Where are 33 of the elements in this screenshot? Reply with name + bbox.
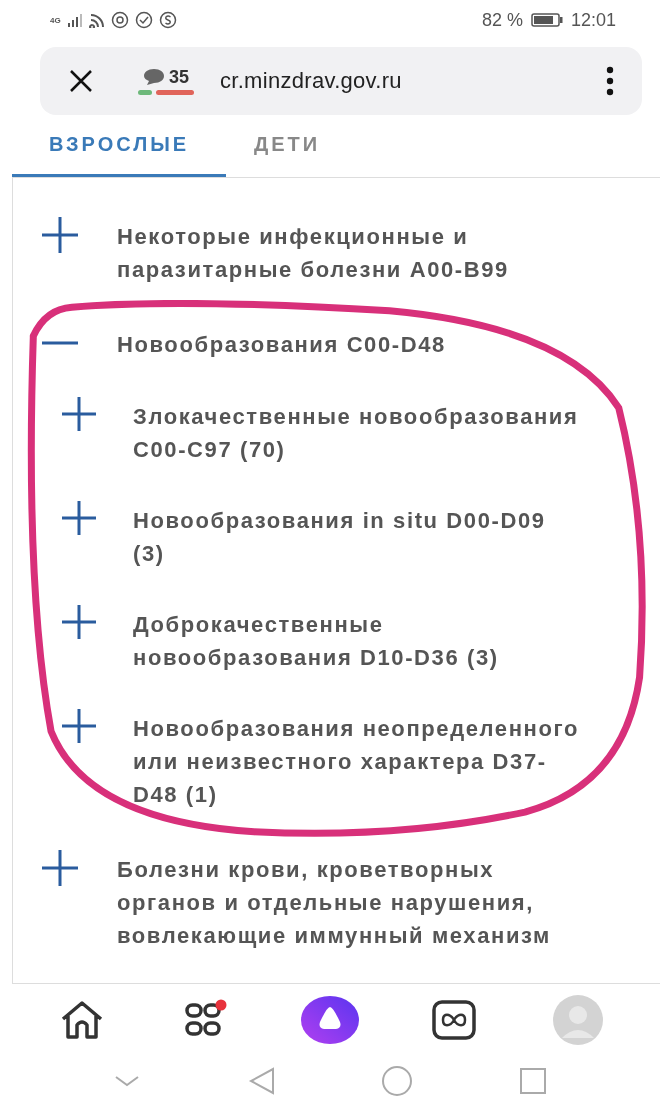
- expand-icon[interactable]: [61, 708, 97, 744]
- category-label[interactable]: Доброкачественные новообразования D10-D36 (3): [133, 608, 583, 674]
- rating-bar-drawing: [138, 89, 194, 96]
- battery-percent: 82 %: [481, 9, 523, 31]
- network-label: 4G: [50, 15, 61, 25]
- tab[interactable]: ВЗРОСЛЫЕ: [12, 127, 226, 177]
- battery-icon: [530, 13, 563, 27]
- avatar-icon: [552, 994, 604, 1046]
- expand-icon[interactable]: [61, 604, 97, 640]
- check-circle-icon: [134, 11, 153, 29]
- expand-icon[interactable]: [61, 500, 97, 536]
- signal-icon: [66, 13, 83, 27]
- home-icon: [59, 999, 105, 1041]
- expand-icon[interactable]: [41, 216, 79, 254]
- category-label[interactable]: Новообразования C00-D48: [117, 328, 446, 361]
- more-menu-button[interactable]: [606, 66, 614, 96]
- category-label[interactable]: Злокачественные новообразования C00-C97 (70): [133, 400, 583, 466]
- category-label[interactable]: Болезни крови, кроветворных органов и отдельные нарушения, вовлекающие иммунный механизм: [117, 853, 557, 952]
- expand-icon[interactable]: [61, 396, 97, 432]
- comment-icon: [143, 68, 165, 86]
- category-label[interactable]: Новообразования in situ D00-D09 (3): [133, 504, 583, 570]
- clock: 12:01: [570, 9, 616, 31]
- category-label[interactable]: Некоторые инфекционные и паразитарные болезни A00-B99: [117, 220, 557, 286]
- assistant-icon: [300, 995, 360, 1045]
- infinity-icon: [431, 999, 477, 1041]
- url-text[interactable]: cr.minzdrav.gov.ru: [220, 68, 606, 94]
- coin-icon: [158, 11, 177, 29]
- tab[interactable]: ДЕТИ: [226, 127, 349, 177]
- close-button[interactable]: [68, 68, 94, 94]
- wifi-icon: [88, 12, 105, 28]
- category-label[interactable]: Новообразования неопределенного или неизвестного характера D37-D48 (1): [133, 712, 583, 811]
- comment-count[interactable]: 35: [169, 66, 189, 88]
- expand-icon[interactable]: [41, 849, 79, 887]
